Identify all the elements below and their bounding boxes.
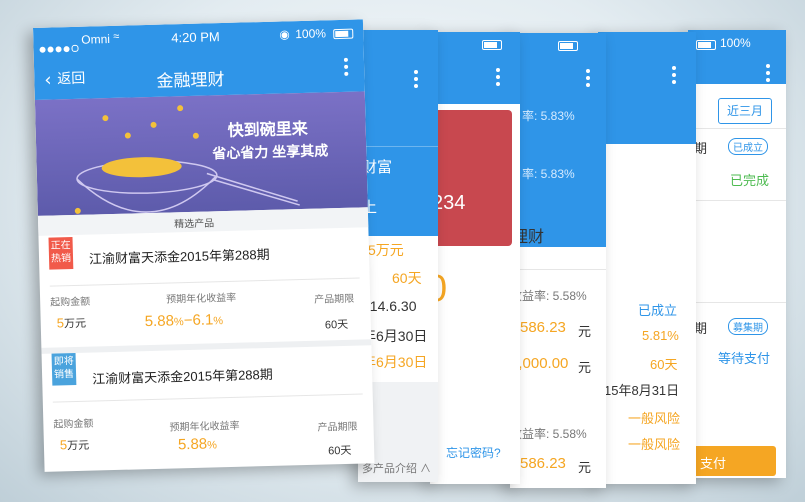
status-time: 4:20 PM — [171, 29, 220, 46]
status-text: 已成立 — [638, 303, 678, 318]
amount-value: 586.23 — [520, 319, 566, 336]
forgot-password-link[interactable]: 忘记密码? — [446, 444, 501, 461]
more-icon[interactable] — [343, 57, 349, 79]
rate-label: 预期年化收益率 — [169, 420, 240, 434]
status-text: 已完成 — [730, 173, 770, 188]
status-badge: 已成立 — [728, 138, 768, 155]
battery-icon — [558, 41, 578, 51]
more-icon[interactable] — [766, 64, 770, 85]
promo-banner[interactable]: 快到碗里来 省心省力 坐享其成 — [34, 91, 368, 216]
status-text: 等待支付 — [718, 351, 771, 366]
rotation-lock-icon: ◉ — [279, 27, 290, 42]
section-label: 精选产品 — [174, 218, 215, 231]
unit: 元 — [578, 360, 592, 375]
rate-text: 收益率: 5.58% — [510, 427, 587, 441]
date-value: 15年8月31日 — [604, 383, 680, 398]
battery-icon — [696, 40, 716, 50]
min-amount-label: 起购金额 — [50, 296, 91, 309]
battery-icon — [333, 28, 354, 40]
term-value: 60天 — [328, 444, 352, 458]
product-card[interactable]: 即将 销售 江渝财富天添金2015年第288期 起购金额 5万元 预期年化收益率… — [42, 345, 375, 472]
risk-value: 一般风险 — [628, 411, 681, 426]
min-amount-value: 5万元 — [56, 315, 87, 331]
pay-button-label: 支付 — [700, 456, 727, 471]
rate-value: 5.88%−6.1% — [144, 311, 224, 331]
risk-value: 一般风险 — [628, 437, 681, 452]
status-badge: 募集期 — [728, 318, 768, 335]
amount-value: 5万元 — [368, 242, 404, 258]
battery-text: 100% — [720, 36, 751, 50]
battery-icon — [482, 40, 502, 50]
rate-value: 5.88% — [177, 435, 218, 454]
pay-button[interactable]: 支付 — [688, 446, 776, 476]
term-value: 60天 — [324, 318, 349, 332]
term-label: 产品期限 — [314, 293, 355, 306]
min-amount-label: 起购金额 — [53, 418, 94, 431]
more-icon[interactable] — [496, 68, 500, 89]
back-label: 返回 — [57, 70, 86, 88]
battery-text: 100% — [295, 26, 327, 42]
date-value: 年6月30日 — [362, 328, 428, 344]
unit: 元 — [578, 460, 592, 475]
banner-headline: 快到碗里来 — [227, 120, 308, 140]
phone-screen-4: 率: 5.83% 率: 5.83% 理财 收益率: 5.58% 586.23 元… — [510, 33, 606, 488]
rate-value: 5.81% — [642, 328, 679, 343]
rate-text: 率: 5.83% — [522, 109, 575, 123]
term-value: 60天 — [650, 357, 678, 372]
hot-sale-badge: 正在 热销 — [48, 237, 74, 270]
more-icon[interactable] — [586, 69, 590, 90]
carrier-name: Omni — [81, 31, 111, 47]
product-name: 江渝财富天添金2015年第288期 — [92, 366, 273, 387]
rate-label: 预期年化收益率 — [166, 292, 237, 306]
rate-text: 率: 5.83% — [522, 167, 575, 181]
bank-card: 234 — [430, 110, 512, 246]
signal-icon — [39, 37, 79, 57]
more-icon[interactable] — [414, 70, 418, 91]
back-button[interactable]: ‹ 返回 — [44, 69, 85, 91]
unit: 元 — [578, 324, 592, 339]
phone-screen-3: 234 0 忘记密码? — [430, 32, 520, 484]
product-name: 江渝财富天添金2015年第288期 — [88, 246, 270, 267]
phone-screen-6: 100% 近三月 期 已成立 已完成 期 募集期 等待支付 支付 — [688, 30, 786, 478]
term-label: 产品期限 — [317, 421, 358, 434]
rate-text: 收益率: 5.58% — [510, 289, 587, 303]
wifi-icon: ≈ — [113, 30, 120, 43]
upcoming-badge: 即将 销售 — [51, 352, 77, 386]
term-value: 60天 — [392, 270, 422, 286]
banner-subline: 省心省力 坐享其成 — [212, 142, 329, 162]
phone-screen-5: 已成立 5.81% 60天 15年8月31日 一般风险 一般风险 — [598, 32, 696, 484]
amount-value: 586.23 — [520, 455, 566, 472]
product-card[interactable]: 正在 热销 江渝财富天添金2015年第288期 起购金额 5万元 预期年化收益率… — [38, 227, 371, 352]
page-title: 金融理财 — [156, 70, 225, 91]
min-amount-value: 5万元 — [59, 437, 90, 453]
phone-screen-main: Omni ≈ 4:20 PM ◉ 100% ‹ 返回 金融理财 快到碗里来 省心… — [33, 19, 375, 472]
chevron-left-icon: ‹ — [44, 69, 52, 91]
tab-last-three-months[interactable]: 近三月 — [718, 98, 772, 124]
